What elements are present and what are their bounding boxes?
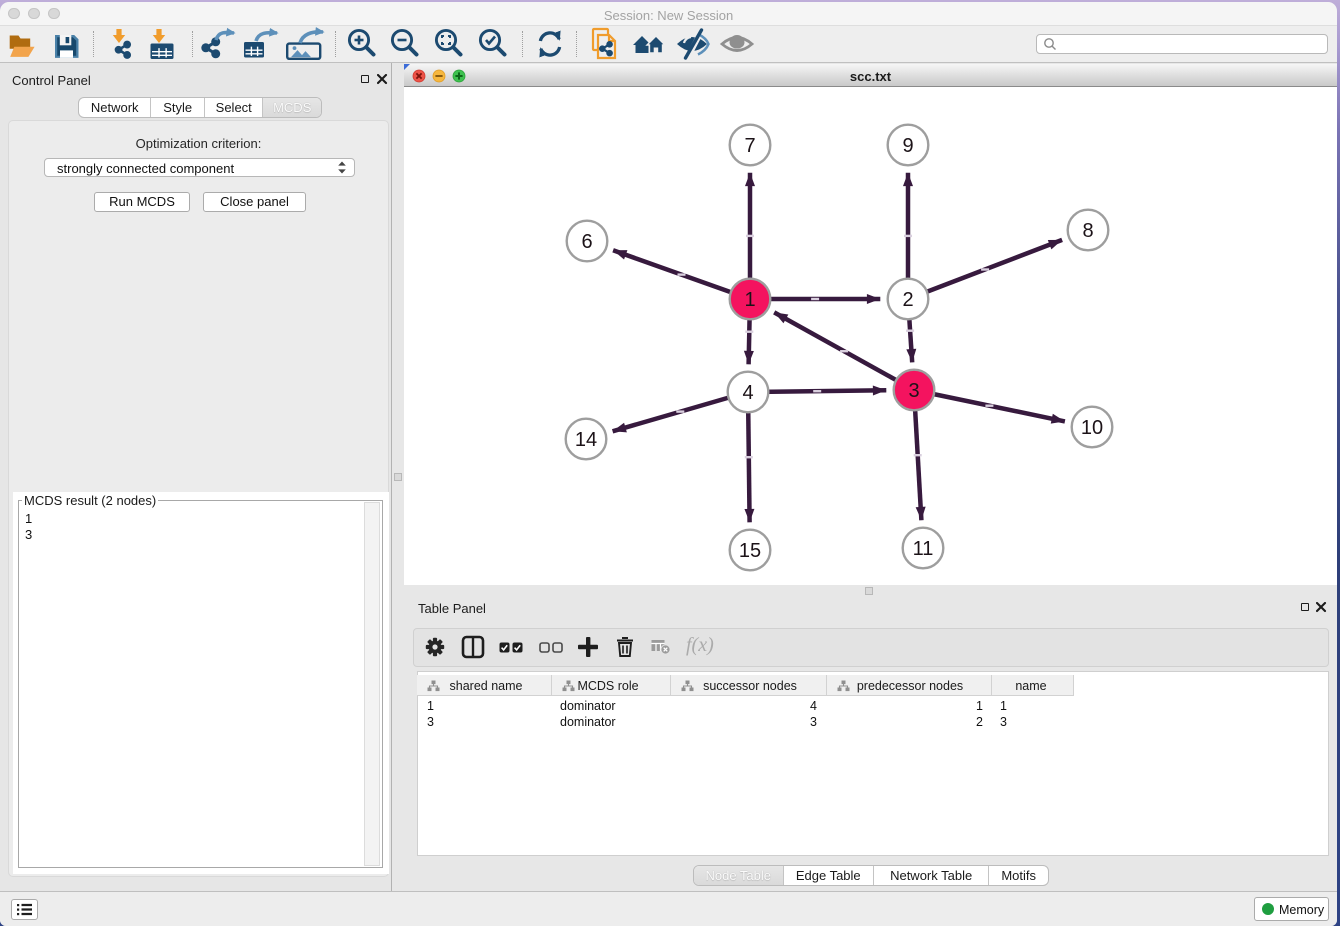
svg-text:6: 6 (581, 231, 592, 253)
svg-text:8: 8 (1082, 220, 1093, 242)
svg-text:1: 1 (744, 289, 755, 311)
svg-text:14: 14 (575, 429, 597, 451)
svg-text:2: 2 (902, 289, 913, 311)
svg-text:3: 3 (908, 380, 919, 402)
svg-text:11: 11 (913, 538, 934, 560)
svg-text:15: 15 (739, 540, 761, 562)
svg-text:10: 10 (1081, 417, 1103, 439)
svg-text:4: 4 (742, 382, 753, 404)
svg-text:9: 9 (902, 135, 913, 157)
svg-text:7: 7 (744, 135, 755, 157)
